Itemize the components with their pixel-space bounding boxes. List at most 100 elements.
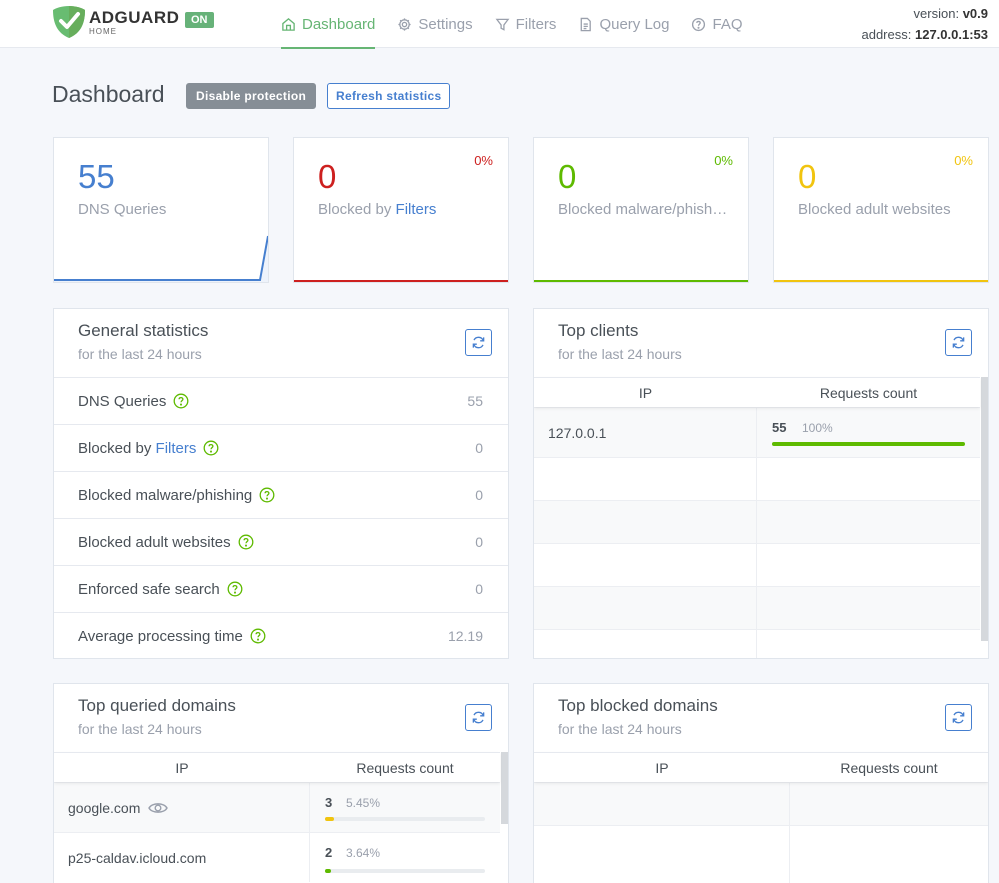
requests-count-cell: 2 3.64% — [310, 833, 500, 882]
table-header: IP Requests count — [54, 752, 500, 782]
nav-filters[interactable]: Filters — [495, 0, 556, 48]
nav-dashboard[interactable]: Dashboard — [281, 0, 376, 49]
dns-queries-sparkline — [54, 235, 268, 282]
domain-name: p25-caldav.icloud.com — [68, 849, 207, 866]
table-scrollbar[interactable] — [981, 377, 988, 641]
filters-link[interactable]: Filters — [396, 201, 437, 218]
table-row-empty — [534, 586, 980, 629]
stat-row-value: 12.19 — [447, 628, 483, 644]
stat-row-value: 55 — [467, 393, 483, 409]
nav-query-log-label: Query Log — [599, 15, 670, 33]
stat-row-blocked-malware: Blocked malware/phishing 0 — [54, 471, 508, 518]
table-row[interactable]: 127.0.0.1 55 100% — [534, 407, 980, 457]
domain-cell: p25-caldav.icloud.com — [54, 833, 310, 882]
table-row-empty — [534, 782, 988, 825]
domain-name: google.com — [68, 799, 141, 816]
filters-link[interactable]: Filters — [156, 440, 197, 457]
help-icon[interactable] — [173, 393, 189, 409]
nav-faq-label: FAQ — [712, 15, 743, 33]
refresh-icon — [472, 711, 485, 724]
card-title: Top clients — [558, 321, 639, 340]
card-title: Top blocked domains — [558, 696, 718, 715]
card-title: Top queried domains — [78, 696, 236, 715]
help-icon[interactable] — [259, 487, 275, 503]
stat-label: DNS Queries — [78, 201, 167, 218]
refresh-statistics-button[interactable]: Refresh statistics — [327, 83, 451, 109]
card-title: General statistics — [78, 321, 209, 340]
nav-faq[interactable]: FAQ — [691, 0, 743, 48]
table-row-empty — [534, 825, 988, 883]
stat-card-dns-queries: 55 DNS Queries — [53, 137, 269, 283]
help-icon[interactable] — [238, 534, 254, 550]
progress-fill — [325, 869, 331, 873]
top-clients-card: Top clients for the last 24 hours IP Req… — [533, 308, 989, 659]
stat-row-label: Enforced safe search — [78, 580, 220, 598]
version-label: version: — [913, 6, 960, 21]
stat-label-prefix: Blocked by — [318, 201, 392, 218]
table-row[interactable]: google.com 3 5.45% — [54, 782, 500, 832]
top-blocked-domains-card: Top blocked domains for the last 24 hour… — [533, 683, 989, 883]
column-header-ip[interactable]: IP — [534, 753, 790, 782]
refresh-general-stats-button[interactable] — [465, 329, 492, 356]
column-header-requests-count[interactable]: Requests count — [790, 753, 988, 782]
help-icon[interactable] — [227, 581, 243, 597]
refresh-icon — [952, 711, 965, 724]
progress-fill — [325, 817, 334, 821]
help-icon[interactable] — [250, 628, 266, 644]
stat-row-dns-queries: DNS Queries 55 — [54, 377, 508, 424]
help-icon[interactable] — [203, 440, 219, 456]
general-statistics-card: General statistics for the last 24 hours… — [53, 308, 509, 659]
table-row-empty — [534, 629, 980, 658]
stat-row-label: Blocked adult websites — [78, 533, 231, 551]
nav-dashboard-label: Dashboard — [302, 15, 376, 33]
domain-cell: google.com — [54, 783, 310, 832]
stat-row-safe-search: Enforced safe search 0 — [54, 565, 508, 612]
stat-label: Blocked by Filters — [318, 201, 436, 218]
disable-protection-button[interactable]: Disable protection — [186, 83, 317, 109]
refresh-icon — [952, 336, 965, 349]
brand-name: ADGUARD — [89, 8, 180, 27]
progress-fill — [772, 442, 965, 446]
nav-settings-label: Settings — [418, 15, 473, 33]
stat-row-avg-processing-time: Average processing time 12.19 — [54, 612, 508, 658]
table-row[interactable]: p25-caldav.icloud.com 2 3.64% — [54, 832, 500, 882]
progress-track — [772, 442, 965, 446]
stat-value: 0 — [558, 158, 577, 195]
request-count: 2 — [325, 845, 333, 860]
nav-query-log[interactable]: Query Log — [578, 0, 669, 48]
refresh-top-queried-button[interactable] — [465, 704, 492, 731]
nav-settings[interactable]: Settings — [397, 0, 473, 48]
stat-label: Blocked malware/phishing — [558, 201, 728, 218]
client-ip: 127.0.0.1 — [534, 408, 757, 457]
stat-percent: 0% — [954, 153, 973, 168]
stat-card-blocked-malware: 0 Blocked malware/phishing 0% — [533, 137, 749, 283]
version-info: version: v0.9 address: 127.0.0.1:53 — [861, 3, 988, 45]
request-percent: 3.64% — [346, 846, 381, 860]
stat-row-label: Average processing time — [78, 627, 243, 645]
column-header-ip[interactable]: IP — [54, 753, 310, 782]
stat-percent: 0% — [474, 153, 493, 168]
stat-percent: 0% — [714, 153, 733, 168]
adguard-shield-logo[interactable] — [52, 5, 86, 39]
stat-row-blocked-filters: Blocked by Filters 0 — [54, 424, 508, 471]
page-title: Dashboard — [52, 81, 165, 107]
card-subtitle: for the last 24 hours — [558, 721, 682, 737]
stat-label: Blocked adult websites — [798, 201, 951, 218]
table-row-empty — [534, 500, 980, 543]
table-scrollbar[interactable] — [501, 752, 508, 824]
column-header-ip[interactable]: IP — [534, 378, 757, 407]
card-subtitle: for the last 24 hours — [78, 346, 202, 362]
column-header-requests-count[interactable]: Requests count — [310, 753, 500, 782]
stat-row-value: 0 — [475, 440, 483, 456]
document-icon — [581, 17, 592, 31]
requests-count-cell: 3 5.45% — [310, 783, 500, 832]
refresh-top-clients-button[interactable] — [945, 329, 972, 356]
eye-icon[interactable] — [148, 801, 169, 815]
stat-card-blocked-filters: 0 Blocked by Filters 0% — [293, 137, 509, 283]
refresh-top-blocked-button[interactable] — [945, 704, 972, 731]
column-header-requests-count[interactable]: Requests count — [757, 378, 980, 407]
stat-row-label: DNS Queries — [78, 392, 167, 410]
card-subtitle: for the last 24 hours — [78, 721, 202, 737]
progress-track — [325, 869, 485, 873]
protection-status-badge: ON — [185, 12, 214, 28]
